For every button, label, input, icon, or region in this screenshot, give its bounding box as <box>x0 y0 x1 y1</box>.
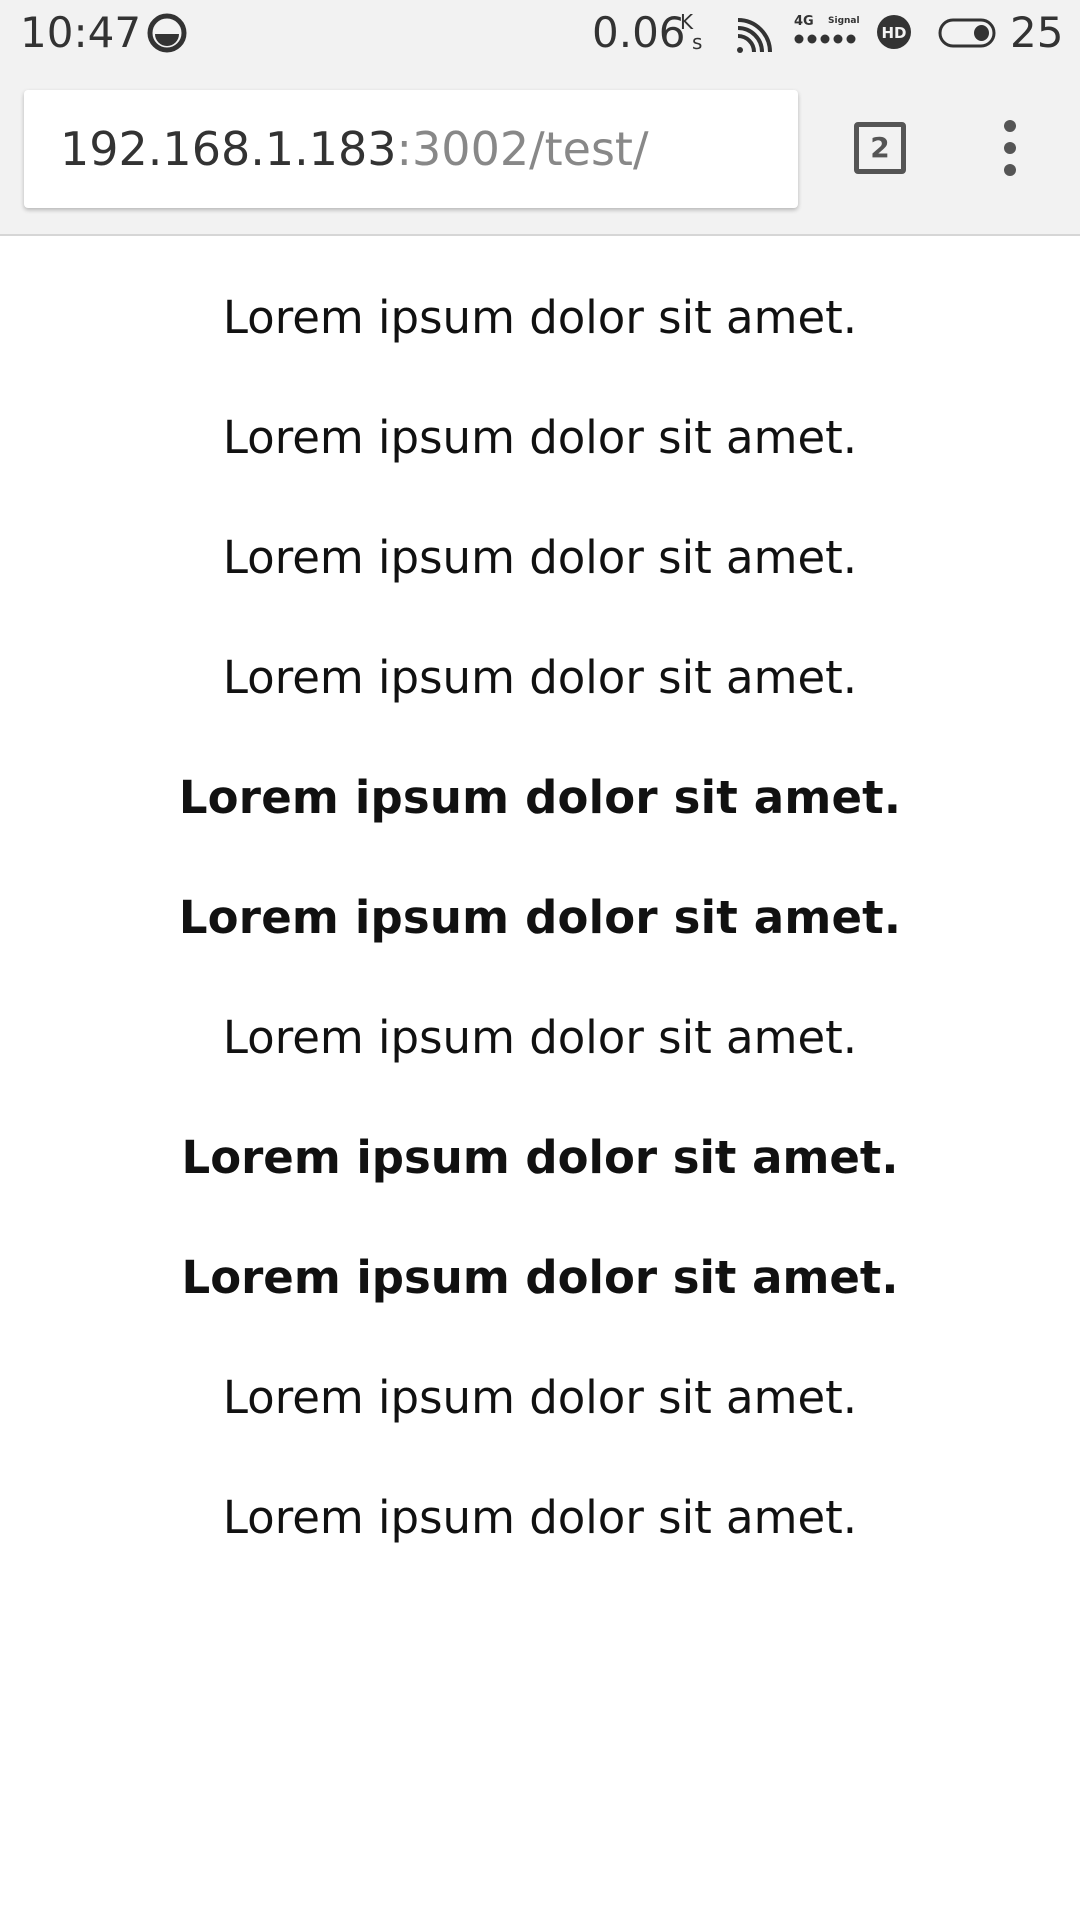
text-line: Lorem ipsum dolor sit amet. <box>222 1011 858 1064</box>
network-speed: 0.06 <box>592 8 686 57</box>
menu-dot <box>1004 142 1016 154</box>
network-speed-unit: K s <box>680 12 702 52</box>
cellular-signal-icon: 4G Signal <box>794 14 864 48</box>
url-path: :3002/test/ <box>396 122 649 176</box>
browser-toolbar: 192.168.1.183:3002/test/ 2 <box>0 66 1080 236</box>
text-line: Lorem ipsum dolor sit amet. <box>222 291 858 344</box>
text-line: Lorem ipsum dolor sit amet. <box>222 651 858 704</box>
menu-dot <box>1004 164 1016 176</box>
signal-dots-icon <box>794 34 856 44</box>
speed-unit-bottom: s <box>692 30 703 54</box>
text-line: Lorem ipsum dolor sit amet. <box>181 1131 899 1184</box>
url-host: 192.168.1.183 <box>60 122 397 176</box>
text-line: Lorem ipsum dolor sit amet. <box>222 1491 858 1544</box>
text-line: Lorem ipsum dolor sit amet. <box>222 411 858 464</box>
svg-text:HD: HD <box>881 24 906 42</box>
signal-label: Signal <box>828 16 860 26</box>
text-line: Lorem ipsum dolor sit amet. <box>222 531 858 584</box>
more-vert-icon[interactable] <box>990 118 1030 178</box>
menu-dot <box>1004 120 1016 132</box>
hd-icon: HD <box>877 15 911 49</box>
text-line: Lorem ipsum dolor sit amet. <box>178 891 902 944</box>
tab-switcher-button[interactable]: 2 <box>854 122 906 174</box>
url-text[interactable]: 192.168.1.183:3002/test/ <box>60 120 648 178</box>
status-bar: 10:47 0.06 K s 4G Signal HD 25 <box>0 0 1080 66</box>
text-line: Lorem ipsum dolor sit amet. <box>222 1371 858 1424</box>
address-bar[interactable]: 192.168.1.183:3002/test/ <box>24 90 798 208</box>
status-time: 10:47 <box>20 8 142 57</box>
browser-notification-icon <box>147 13 187 53</box>
battery-level: 25 <box>1010 8 1064 57</box>
text-line: Lorem ipsum dolor sit amet. <box>181 1251 899 1304</box>
network-type: 4G <box>794 14 814 29</box>
text-line: Lorem ipsum dolor sit amet. <box>178 771 902 824</box>
page-content: Lorem ipsum dolor sit amet. Lorem ipsum … <box>0 236 1080 1920</box>
wifi-icon <box>737 18 772 53</box>
battery-icon <box>938 18 996 48</box>
